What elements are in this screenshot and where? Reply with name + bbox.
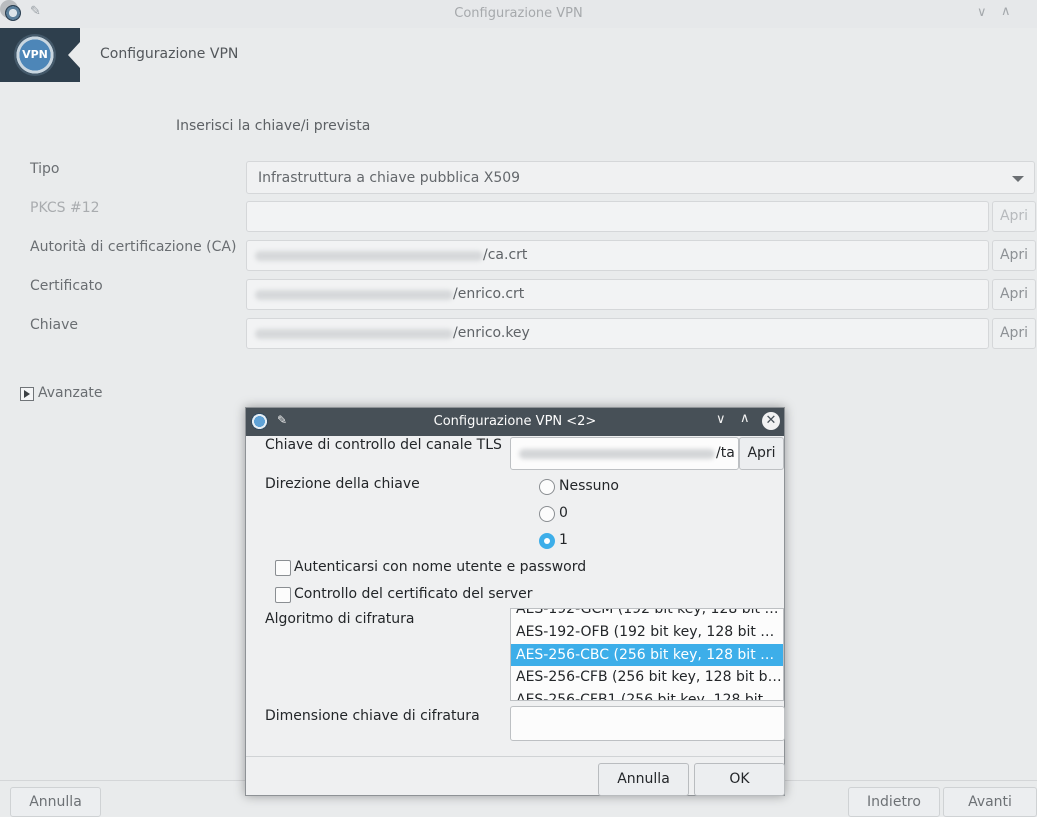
pkcs12-field <box>246 201 989 232</box>
tipo-label: Tipo <box>30 161 60 177</box>
certificato-value: /enrico.crt <box>453 286 525 302</box>
ca-open-button[interactable]: Apri <box>992 240 1036 271</box>
next-button[interactable]: Avanti <box>943 787 1037 817</box>
dialog-title: Configurazione VPN <2> <box>433 414 597 429</box>
advanced-toggle-label[interactable]: Avanzate <box>38 385 103 401</box>
tipo-select[interactable]: Infrastruttura a chiave pubblica X509 <box>246 161 1035 194</box>
keysize-field[interactable] <box>510 706 785 741</box>
cipher-label: Algoritmo di cifratura <box>265 611 415 627</box>
header-notch <box>68 42 80 68</box>
dialog-minimize-icon[interactable]: ∨ <box>716 412 726 427</box>
instruction-text: Inserisci la chiave/i prevista <box>176 118 371 134</box>
direction-radio-0[interactable] <box>539 506 555 522</box>
expand-arrow-icon[interactable] <box>20 387 34 401</box>
direction-option-label[interactable]: 0 <box>559 505 568 521</box>
redacted-path <box>519 449 715 459</box>
page-title: Configurazione VPN <box>100 46 239 62</box>
redacted-path <box>255 290 453 300</box>
redacted-path <box>255 329 453 339</box>
auth-checkbox-label[interactable]: Autenticarsi con nome utente e password <box>294 559 586 575</box>
ca-value: /ca.crt <box>483 247 528 263</box>
dialog-titlebar: ✎ Configurazione VPN <2> ∨ ∧ ✕ <box>246 408 784 436</box>
window-titlebar: ✎ Configurazione VPN ∨ ∧ <box>0 0 1037 28</box>
tls-key-value: /ta <box>716 445 735 461</box>
pkcs12-label: PKCS #12 <box>30 200 100 216</box>
ca-field[interactable]: /ca.crt <box>246 240 989 271</box>
chiave-field[interactable]: /enrico.key <box>246 318 989 349</box>
vpn-logo-icon: VPN <box>14 34 56 76</box>
direction-radio-nessuno[interactable] <box>539 479 555 495</box>
direction-option-label[interactable]: Nessuno <box>559 478 619 494</box>
chevron-down-icon <box>1012 176 1024 182</box>
dialog-window: ✎ Configurazione VPN <2> ∨ ∧ ✕ Chiave di… <box>245 407 785 796</box>
minimize-icon[interactable]: ∨ <box>977 5 987 20</box>
tls-label: Chiave di controllo del canale TLS <box>265 437 502 453</box>
auth-checkbox[interactable] <box>275 560 291 576</box>
pkcs12-open-button: Apri <box>992 201 1036 232</box>
chiave-open-button[interactable]: Apri <box>992 318 1036 349</box>
certificato-field[interactable]: /enrico.crt <box>246 279 989 310</box>
chiave-value: /enrico.key <box>453 325 530 341</box>
cipher-list-item[interactable]: AES-256-CFB (256 bit key, 128 bit block) <box>511 666 783 688</box>
certificato-open-button[interactable]: Apri <box>992 279 1036 310</box>
dialog-close-icon[interactable]: ✕ <box>762 412 780 430</box>
cipher-list-item[interactable]: AES-256-CFB1 (256 bit key, 128 bit block… <box>511 689 783 700</box>
dialog-footer-divider <box>246 756 784 757</box>
ca-label: Autorità di certificazione (CA) <box>30 239 237 255</box>
direction-radio-1[interactable] <box>539 533 555 549</box>
tls-key-field[interactable]: /ta <box>510 437 739 470</box>
certificato-label: Certificato <box>30 278 103 294</box>
cipher-list-item[interactable]: AES-192-GCM (192 bit key, 128 bit block) <box>511 609 783 620</box>
back-button[interactable]: Indietro <box>848 787 940 817</box>
server-cert-checkbox[interactable] <box>275 587 291 603</box>
cipher-list-item[interactable]: AES-192-OFB (192 bit key, 128 bit block) <box>511 621 783 643</box>
dialog-ok-button[interactable]: OK <box>694 763 785 796</box>
direction-option-label[interactable]: 1 <box>559 532 568 548</box>
tipo-value: Infrastruttura a chiave pubblica X509 <box>258 170 521 186</box>
direction-label: Direzione della chiave <box>265 476 420 492</box>
cipher-listbox[interactable]: AES-192-GCM (192 bit key, 128 bit block)… <box>510 608 784 701</box>
cancel-button[interactable]: Annulla <box>10 787 101 817</box>
chiave-label: Chiave <box>30 317 79 333</box>
server-cert-checkbox-label[interactable]: Controllo del certificato del server <box>294 586 533 602</box>
redacted-path <box>255 251 483 261</box>
dialog-maximize-icon[interactable]: ∧ <box>740 411 750 426</box>
maximize-icon[interactable]: ∧ <box>1001 4 1011 19</box>
dialog-cancel-button[interactable]: Annulla <box>598 763 689 796</box>
cipher-list-item-selected[interactable]: AES-256-CBC (256 bit key, 128 bit block) <box>511 644 783 666</box>
tls-open-button[interactable]: Apri <box>739 437 784 470</box>
window-title: Configurazione VPN <box>454 6 583 21</box>
keysize-label: Dimensione chiave di cifratura <box>265 708 480 724</box>
